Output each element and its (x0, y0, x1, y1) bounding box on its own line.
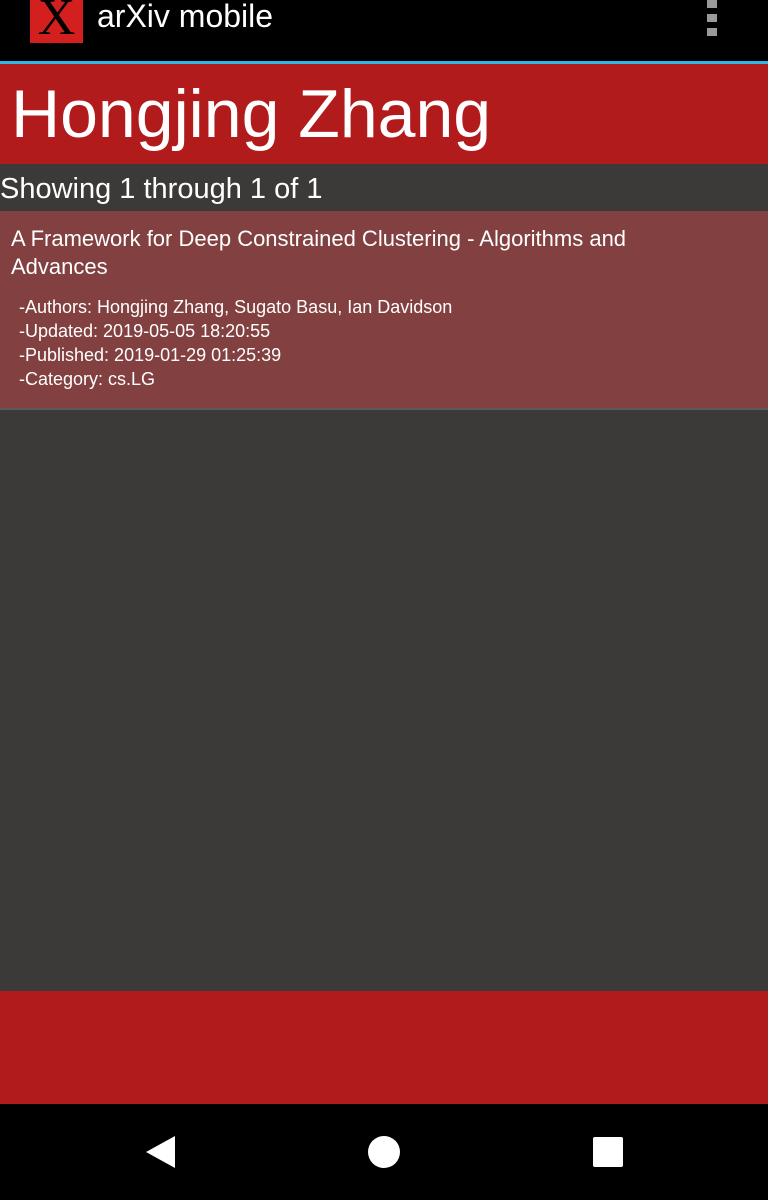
footer-bar (0, 991, 768, 1104)
menu-dot (707, 0, 717, 8)
navigation-bar (0, 1104, 768, 1200)
paper-published: -Published: 2019-01-29 01:25:39 (19, 345, 282, 365)
arxiv-logo-icon[interactable]: X (30, 0, 83, 43)
home-icon[interactable] (354, 1124, 414, 1180)
action-bar: X arXiv mobile (0, 0, 768, 61)
page-title: Hongjing Zhang (11, 76, 492, 152)
recents-icon[interactable] (578, 1124, 638, 1180)
results-count: Showing 1 through 1 of 1 (0, 173, 323, 205)
page-header: Hongjing Zhang (0, 64, 768, 164)
paper-title: A Framework for Deep Constrained Cluster… (11, 226, 627, 279)
paper-authors: -Authors: Hongjing Zhang, Sugato Basu, I… (19, 297, 453, 317)
app-title: arXiv mobile (97, 0, 274, 34)
back-icon[interactable] (131, 1124, 191, 1180)
menu-dot (707, 28, 717, 36)
screen: X arXiv mobile Hongjing Zhang Showing 1 … (0, 0, 768, 1200)
menu-dot (707, 14, 717, 22)
paper-category: -Category: cs.LG (19, 369, 156, 389)
logo-letter: X (37, 0, 76, 43)
paper-updated: -Updated: 2019-05-05 18:20:55 (19, 321, 271, 341)
overflow-menu-icon[interactable] (696, 0, 728, 40)
result-list-item[interactable]: A Framework for Deep Constrained Cluster… (0, 211, 768, 410)
